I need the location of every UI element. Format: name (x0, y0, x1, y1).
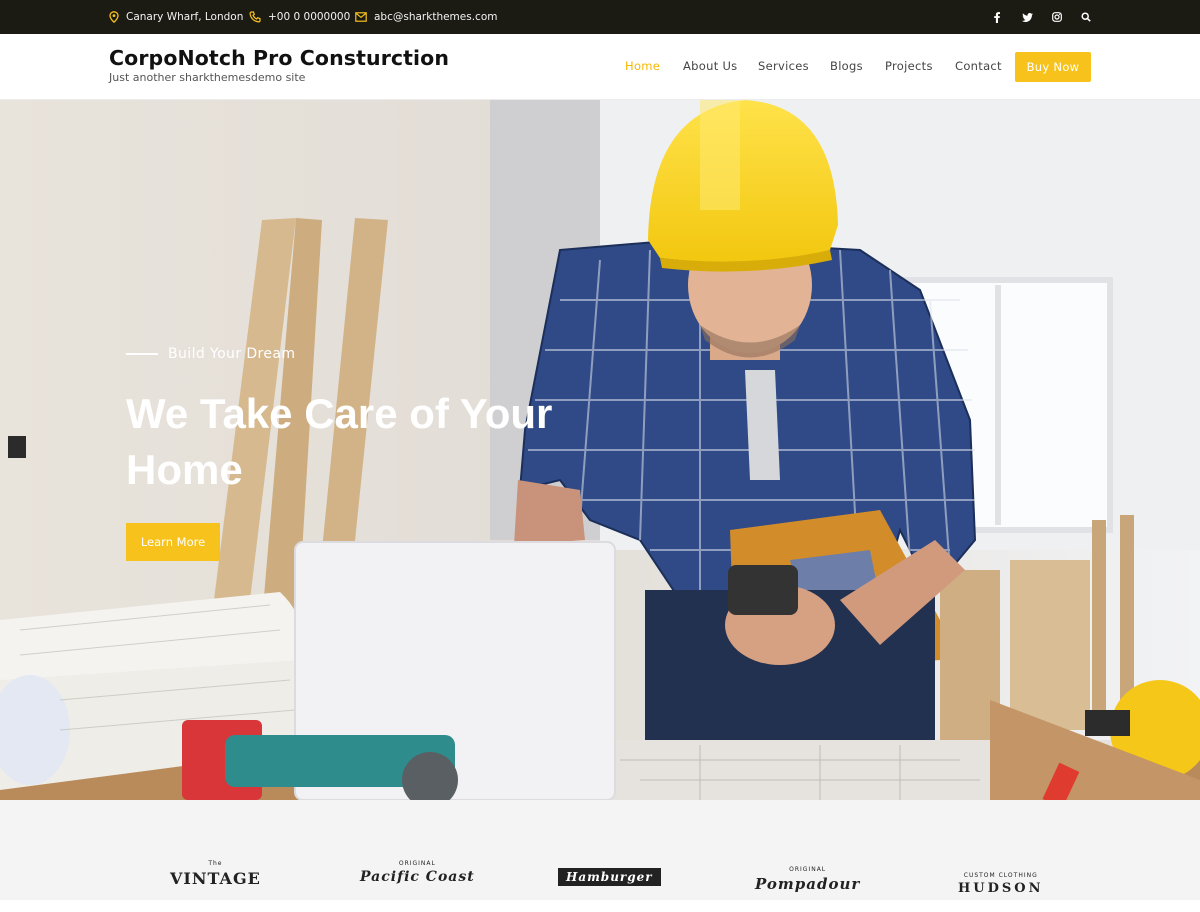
nav-contact[interactable]: Contact (955, 59, 1002, 73)
brand-logo-hamburger: Hamburger (558, 868, 661, 908)
brand-logo-name: HUDSON (958, 881, 1044, 896)
brand-logo-top: The (208, 860, 223, 867)
instagram-icon[interactable] (1050, 0, 1064, 34)
brand-logo-pompadour: ORIGINAL Pompadour (755, 866, 860, 906)
hero-subtitle-text: Build Your Dream (168, 346, 296, 362)
brand-logos-section: The VINTAGE ORIGINAL Pacific Coast Hambu… (0, 800, 1200, 900)
location-text: Canary Wharf, London (126, 11, 244, 23)
brand-logo-top: ORIGINAL (398, 860, 436, 867)
brand-logo-name: VINTAGE (170, 869, 261, 888)
hero-subtitle-line (126, 353, 158, 355)
top-bar: Canary Wharf, London +00 0 0000000 abc@s… (0, 0, 1200, 34)
phone-icon (249, 11, 261, 23)
nav-blogs[interactable]: Blogs (830, 59, 863, 73)
hero-title: We Take Care of Your Home (126, 386, 646, 498)
map-pin-icon (109, 11, 119, 23)
facebook-icon[interactable] (990, 0, 1004, 34)
hero-title-line2: Home (126, 446, 243, 493)
brand-logo-vintage: The VINTAGE (170, 860, 261, 900)
location-info: Canary Wharf, London (109, 0, 243, 34)
nav-about-us[interactable]: About Us (683, 59, 737, 73)
search-icon[interactable] (1079, 0, 1093, 34)
site-header: CorpoNotch Pro Consturction Just another… (0, 34, 1200, 100)
brand-logo-top: ORIGINAL (789, 866, 827, 873)
buy-now-button[interactable]: Buy Now (1015, 52, 1091, 82)
site-tagline: Just another sharkthemesdemo site (109, 71, 306, 84)
phone-text: +00 0 0000000 (268, 11, 351, 23)
brand-logo-hudson: CUSTOM CLOTHING HUDSON (958, 872, 1044, 912)
email-icon (355, 12, 367, 22)
brand-logo-pacific-coast: ORIGINAL Pacific Coast (360, 860, 475, 900)
brand-logo-name: Pacific Coast (360, 869, 475, 885)
phone-info[interactable]: +00 0 0000000 (249, 0, 350, 34)
nav-projects[interactable]: Projects (885, 59, 933, 73)
brand-logo-name: Hamburger (558, 868, 661, 886)
hero-title-line1: We Take Care of Your (126, 390, 553, 437)
brand-logo-top: CUSTOM CLOTHING (963, 872, 1038, 879)
brand-logo-name: Pompadour (755, 875, 861, 893)
site-title[interactable]: CorpoNotch Pro Consturction (109, 46, 449, 70)
email-info[interactable]: abc@sharkthemes.com (355, 0, 497, 34)
twitter-icon[interactable] (1020, 0, 1034, 34)
nav-services[interactable]: Services (758, 59, 809, 73)
learn-more-button[interactable]: Learn More (126, 523, 220, 561)
hero-subtitle: Build Your Dream (126, 346, 295, 362)
email-text: abc@sharkthemes.com (374, 11, 498, 23)
nav-home[interactable]: Home (625, 59, 660, 73)
hero-section: Build Your Dream We Take Care of Your Ho… (0, 100, 1200, 800)
